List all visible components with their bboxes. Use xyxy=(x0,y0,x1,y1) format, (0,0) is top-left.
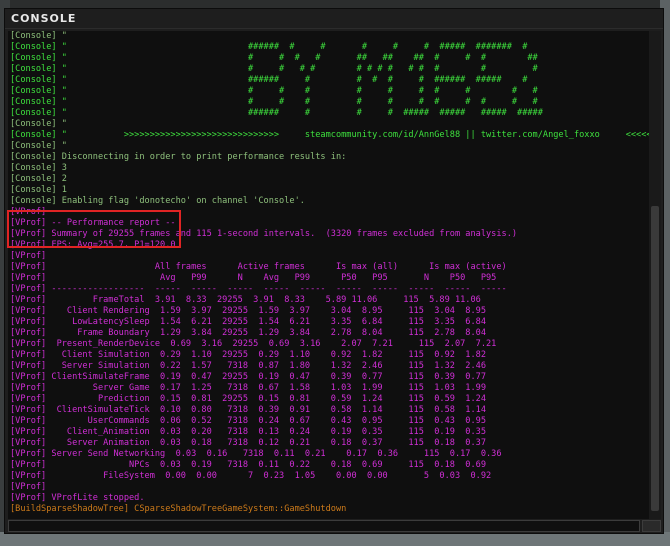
log-line: [Console] Disconnecting in order to prin… xyxy=(10,152,347,162)
log-line: [VProf] Client Rendering 1.59 3.97 29255… xyxy=(10,306,486,316)
log-line: [VProf] Server Game 0.17 1.25 7318 0.67 … xyxy=(10,383,486,393)
log-line: [VProf] VProfLite stopped. xyxy=(10,493,145,503)
log-line: [VProf] ClientSimulateTick 0.10 0.80 731… xyxy=(10,405,486,415)
log-line: [VProf] UserCommands 0.06 0.52 7318 0.24… xyxy=(10,416,486,426)
log-line: [Console] 3 xyxy=(10,163,67,173)
log-line: [VProf] Server Simulation 0.22 1.57 7318… xyxy=(10,361,486,371)
log-line: [Console] " # # # # # # # # # # # xyxy=(10,97,538,107)
log-line: [VProf] Client_Animation 0.03 0.20 7318 … xyxy=(10,427,486,437)
log-line: [Console] " ###### # # # ##### ##### ###… xyxy=(10,108,543,118)
log-line: [Console] Enabling flag 'donotecho' on c… xyxy=(10,196,305,206)
log-line: [VProf] Client Simulation 0.29 1.10 2925… xyxy=(10,350,486,360)
log-line: [VProf] ClientSimulateFrame 0.19 0.47 29… xyxy=(10,372,486,382)
console-input[interactable] xyxy=(8,520,640,532)
title-bar[interactable]: CONSOLE xyxy=(5,9,663,29)
log-line: [VProf] Prediction 0.15 0.81 29255 0.15 … xyxy=(10,394,486,404)
log-line: [VProf] Avg P99 N Avg P99 P50 P95 N P50 … xyxy=(10,273,497,283)
log-line: [Console] 2 xyxy=(10,174,67,184)
log-line: [VProf] Server Send Networking 0.03 0.16… xyxy=(10,449,502,459)
log-line: [VProf] xyxy=(10,482,47,492)
console-window: CONSOLE [Console] " [Console] " ###### # … xyxy=(4,8,664,534)
log-line: [Console] " xyxy=(10,31,67,41)
log-line: [Console] " # # # # # # # # # # xyxy=(10,86,538,96)
log-line: [VProf] ------------------ ----- ----- -… xyxy=(10,284,507,294)
log-line: [Console] " xyxy=(10,119,67,129)
log-line: [Console] " >>>>>>>>>>>>>>>>>>>>>>>>>>>>… xyxy=(10,130,649,140)
scrollbar-thumb[interactable] xyxy=(651,206,659,511)
log-line: [VProf] xyxy=(10,251,47,261)
log-line: [VProf] All frames Active frames Is max … xyxy=(10,262,507,272)
log-line: [Console] " # # # # # # # # # # # # # xyxy=(10,64,538,74)
annotation-highlight-box xyxy=(7,210,181,248)
log-line: [Console] " # # # # ## ## ## # # # ## xyxy=(10,53,538,63)
log-line: [VProf] FileSystem 0.00 0.00 7 0.23 1.05… xyxy=(10,471,492,481)
log-line: [Console] " ###### # # # # # ###### ####… xyxy=(10,75,528,85)
console-log[interactable]: [Console] " [Console] " ###### # # # # # … xyxy=(8,31,649,519)
submit-button[interactable] xyxy=(642,520,661,532)
background-bottom xyxy=(0,532,670,546)
log-line: [VProf] Server Animation 0.03 0.18 7318 … xyxy=(10,438,486,448)
log-line: [Console] 1 xyxy=(10,185,67,195)
log-line: [Console] " xyxy=(10,141,67,151)
log-line: [VProf] LowLatencySleep 1.54 6.21 29255 … xyxy=(10,317,486,327)
log-line: [VProf] NPCs 0.03 0.19 7318 0.11 0.22 0.… xyxy=(10,460,486,470)
log-line: [VProf] Frame Boundary 1.29 3.84 29255 1… xyxy=(10,328,486,338)
log-line: [Console] " ###### # # # # # ##### #####… xyxy=(10,42,528,52)
log-line: [BuildSparseShadowTree] CSparseShadowTre… xyxy=(10,504,347,514)
window-title: CONSOLE xyxy=(11,12,77,25)
log-line: [VProf] FrameTotal 3.91 8.33 29255 3.91 … xyxy=(10,295,481,305)
log-line: [VProf] Present_RenderDevice 0.69 3.16 2… xyxy=(10,339,497,349)
log-scrollbar[interactable] xyxy=(649,31,661,519)
